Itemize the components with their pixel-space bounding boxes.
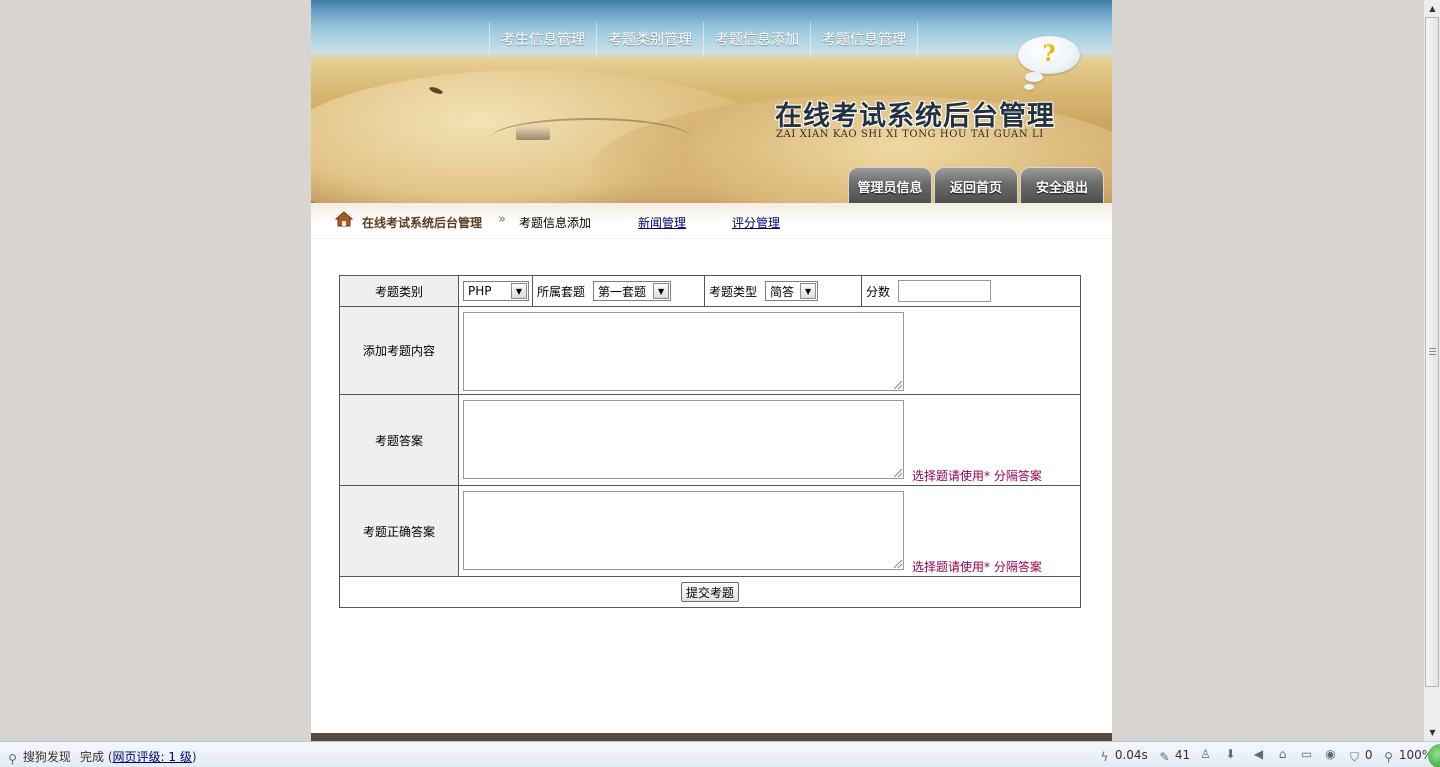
answer-cell: 选择题请使用* 分隔答案: [458, 394, 1081, 486]
chevron-down-icon: ▼: [800, 283, 817, 299]
nav-item-question-add[interactable]: 考题信息添加: [704, 22, 811, 58]
top-nav: 考生信息管理 考题类别管理 考题信息添加 考题信息管理: [489, 22, 918, 58]
question-bubble-icon: ?: [1018, 36, 1080, 74]
score-label: 分数: [866, 284, 891, 299]
grip-icon: [1429, 348, 1436, 355]
load-time-indicator[interactable]: ϟ 0.04s: [1098, 748, 1148, 764]
discover-label: 搜狗发现: [22, 750, 71, 764]
set-cell: 所属套题 第一套题 ▼: [532, 275, 705, 307]
shield-icon: ⛉: [1349, 750, 1359, 764]
content-textarea[interactable]: [463, 311, 904, 391]
security-count: 0: [1364, 748, 1373, 762]
set-select-value: 第一套题: [598, 284, 647, 299]
back-home-button[interactable]: 返回首页: [934, 167, 1018, 203]
security-indicator[interactable]: ⛉ 0: [1348, 748, 1372, 764]
set-select[interactable]: 第一套题 ▼: [593, 281, 672, 301]
user-icon[interactable]: ♙: [1199, 748, 1212, 761]
answer-label: 考题答案: [339, 394, 459, 486]
resize-grip-icon[interactable]: [894, 468, 902, 477]
zoom-indicator[interactable]: ⚲ 100%: [1382, 748, 1433, 764]
vertical-scrollbar[interactable]: ▲ ▼: [1423, 0, 1440, 741]
status-bar: ⚲ 搜狗发现 完成 (网页评级: 1 级) ϟ 0.04s ✎ 41 ♙ ⬇ ◀…: [0, 741, 1440, 767]
correct-answer-hint: 选择题请使用* 分隔答案: [912, 559, 1042, 574]
status-done: 完成: [80, 750, 105, 764]
question-form: 考题类别 PHP ▼ 所属套题 第一套题 ▼ 考题类型 简答 ▼ 分数 添加考题…: [339, 275, 1081, 608]
banner-vehicle: [516, 126, 550, 140]
header-banner: 考生信息管理 考题类别管理 考题信息添加 考题信息管理 ? 在线考试系统后台管理…: [311, 0, 1112, 203]
score-manage-link[interactable]: 评分管理: [732, 214, 780, 231]
footer-strip: [311, 733, 1112, 741]
lightning-icon: ϟ: [1100, 750, 1109, 764]
download-icon[interactable]: ⬇: [1224, 748, 1237, 761]
submit-question-button[interactable]: 提交考题: [680, 582, 739, 602]
nav-item-examinee-info[interactable]: 考生信息管理: [489, 22, 597, 58]
resize-grip-icon[interactable]: [894, 380, 902, 389]
lock-icon[interactable]: ⌂: [1276, 748, 1289, 761]
ad-filter-count: 41: [1174, 748, 1191, 762]
eye-icon[interactable]: ◉: [1324, 748, 1337, 761]
page-container: 考生信息管理 考题类别管理 考题信息添加 考题信息管理 ? 在线考试系统后台管理…: [311, 0, 1112, 741]
logout-button[interactable]: 安全退出: [1020, 167, 1104, 203]
bubble-tail: [1025, 72, 1043, 82]
score-cell: 分数: [861, 275, 1081, 307]
home-icon: [335, 211, 353, 227]
nav-item-question-manage[interactable]: 考题信息管理: [811, 22, 918, 58]
scroll-down-icon[interactable]: ▼: [1424, 724, 1440, 741]
header-tabs: 管理员信息 返回首页 安全退出: [848, 167, 1104, 203]
page-rating-link[interactable]: 网页评级: 1 级: [113, 750, 192, 764]
category-cell: PHP ▼: [458, 275, 533, 307]
type-select[interactable]: 简答 ▼: [765, 281, 819, 301]
bubble-tail: [1024, 84, 1034, 90]
type-select-value: 简答: [770, 284, 795, 299]
chevron-down-icon: ▼: [511, 283, 527, 299]
site-title: 在线考试系统后台管理: [775, 101, 1055, 132]
globe-icon[interactable]: [1428, 744, 1440, 767]
answer-hint: 选择题请使用* 分隔答案: [912, 468, 1042, 483]
resize-grip-icon[interactable]: [894, 559, 902, 568]
type-cell: 考题类型 简答 ▼: [704, 275, 862, 307]
content-label: 添加考题内容: [339, 306, 459, 395]
load-time: 0.04s: [1114, 748, 1148, 762]
type-label: 考题类型: [709, 284, 758, 299]
category-select[interactable]: PHP ▼: [463, 281, 529, 301]
category-label: 考题类别: [339, 275, 459, 307]
content-cell: [458, 306, 1081, 395]
category-select-value: PHP: [468, 284, 492, 298]
set-label: 所属套题: [537, 284, 586, 299]
news-manage-link[interactable]: 新闻管理: [638, 214, 686, 231]
discover-button[interactable]: ⚲ 搜狗发现: [6, 748, 71, 766]
monitor-icon[interactable]: ▭: [1300, 748, 1313, 761]
rating-suffix: ): [191, 750, 197, 764]
admin-info-button[interactable]: 管理员信息: [848, 167, 932, 203]
site-subtitle: ZAI XIAN KAO SHI XI TONG HOU TAI GUAN LI: [776, 129, 1044, 140]
nav-item-question-category[interactable]: 考题类别管理: [597, 22, 704, 58]
breadcrumb-separator-icon: »: [498, 212, 506, 227]
ad-filter-indicator[interactable]: ✎ 41: [1158, 748, 1190, 764]
feather-icon: ✎: [1159, 750, 1170, 764]
chevron-down-icon: ▼: [653, 283, 670, 299]
breadcrumb-root: 在线考试系统后台管理: [362, 216, 483, 230]
answer-textarea[interactable]: [463, 399, 904, 479]
breadcrumb: 在线考试系统后台管理 » 考题信息添加 新闻管理 评分管理: [311, 203, 1112, 239]
lightbulb-icon: ⚲: [8, 752, 17, 766]
scroll-up-icon[interactable]: ▲: [1424, 0, 1440, 17]
volume-icon[interactable]: ◀: [1252, 748, 1265, 761]
scrollbar-thumb[interactable]: [1425, 17, 1439, 687]
submit-cell: 提交考题: [339, 576, 1081, 608]
score-input[interactable]: [898, 280, 992, 302]
magnifier-icon: ⚲: [1384, 750, 1393, 764]
status-text: 完成 (网页评级: 1 级): [80, 748, 197, 765]
correct-answer-cell: 选择题请使用* 分隔答案: [458, 485, 1081, 577]
correct-answer-label: 考题正确答案: [339, 485, 459, 577]
correct-answer-textarea[interactable]: [463, 490, 904, 570]
breadcrumb-current: 考题信息添加: [519, 216, 592, 230]
